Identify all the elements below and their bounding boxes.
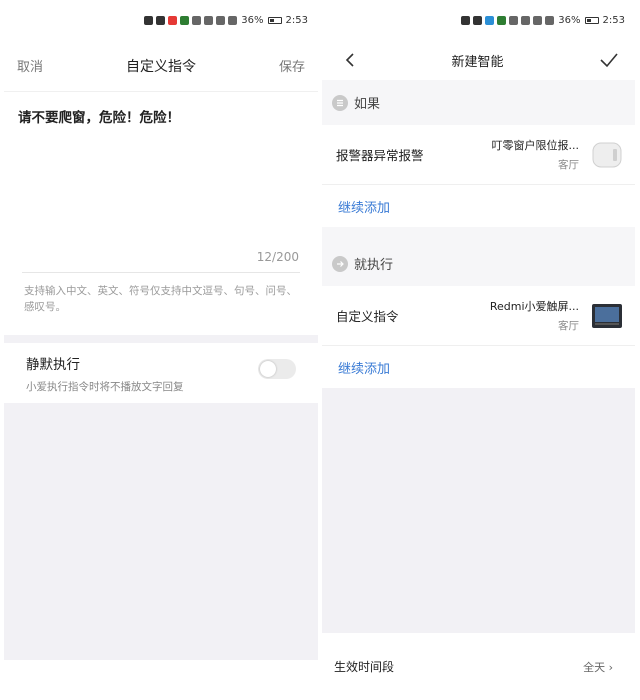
- arrow-right-icon: [332, 255, 348, 272]
- silent-execute-label: 静默执行: [26, 357, 80, 373]
- action-name: 自定义指令: [336, 309, 399, 324]
- confirm-check-icon[interactable]: [599, 52, 619, 68]
- add-action-row: 继续添加: [322, 346, 635, 388]
- nfc-icon: [509, 15, 519, 25]
- effective-time-text: 全天: [583, 660, 606, 674]
- add-action-button[interactable]: 继续添加: [338, 358, 390, 377]
- then-section-header: 就执行: [322, 241, 635, 286]
- empty-area: [322, 388, 635, 636]
- page-title: 新建智能: [451, 54, 504, 70]
- save-button[interactable]: 保存: [279, 56, 305, 75]
- battery-percent: 36%: [558, 14, 581, 26]
- trigger-meta: 叮零窗户限位报... 客厅: [492, 137, 580, 172]
- silent-execute-description: 小爱执行指令时将不播放文字回复: [26, 381, 184, 393]
- app-notification-icon: [180, 15, 190, 25]
- app-notification-icon: [497, 15, 507, 25]
- eye-icon: [521, 15, 531, 25]
- add-trigger-row: 继续添加: [322, 185, 635, 227]
- char-counter: 12/200: [256, 250, 299, 264]
- battery-icon: [267, 16, 282, 24]
- effective-time-label: 生效时间段: [334, 660, 395, 674]
- app-notification-icon: [168, 15, 178, 25]
- battery-icon: [584, 16, 599, 24]
- bluetooth-icon: [545, 15, 555, 25]
- list-icon: [332, 94, 348, 111]
- empty-area: [4, 403, 318, 660]
- then-section-label: 就执行: [354, 258, 394, 273]
- bluetooth-icon: [228, 15, 238, 25]
- signal-icon: [461, 15, 471, 25]
- section-gap: [4, 335, 318, 343]
- command-input[interactable]: 请不要爬窗，危险！危险！ 12/200: [4, 92, 318, 272]
- status-icons: [144, 15, 238, 25]
- trigger-name: 报警器异常报警: [336, 148, 424, 163]
- trigger-room: 客厅: [558, 159, 579, 171]
- alarm-icon: [216, 15, 226, 25]
- if-section-header: 如果: [322, 80, 635, 125]
- custom-command-screen: 36% 2:53 取消 自定义指令 保存 请不要爬窗，危险！危险！ 12/200…: [4, 0, 318, 700]
- status-bar: 36% 2:53: [4, 0, 318, 40]
- trigger-row[interactable]: 报警器异常报警 叮零窗户限位报... 客厅: [322, 125, 635, 185]
- chevron-right-icon: ›: [608, 660, 613, 674]
- add-trigger-button[interactable]: 继续添加: [338, 197, 390, 216]
- clock: 2:53: [285, 14, 308, 26]
- status-bar: 36% 2:53: [322, 0, 635, 40]
- header: 取消 自定义指令 保存: [4, 40, 318, 92]
- command-text: 请不要爬窗，危险！危险！: [18, 110, 180, 126]
- action-device: Redmi小爱触屏...: [489, 300, 579, 313]
- page-title: 自定义指令: [126, 58, 196, 75]
- status-icons: [461, 15, 555, 25]
- cancel-button[interactable]: 取消: [17, 56, 43, 75]
- input-hint: 支持输入中文、英文、符号仅支持中文逗号、句号、问号、感叹号。: [24, 285, 297, 313]
- new-smart-screen: 36% 2:53 新建智能 如果 报警器异常报警 叮零窗户限位报... 客厅 继…: [322, 0, 635, 700]
- eye-icon: [204, 15, 214, 25]
- smart-display-device-icon: [591, 300, 623, 332]
- signal-icon: [144, 15, 154, 25]
- silent-execute-toggle[interactable]: [258, 359, 296, 379]
- header: 新建智能: [322, 40, 635, 80]
- clock: 2:53: [602, 14, 625, 26]
- window-sensor-device-icon: [591, 139, 623, 171]
- section-gap: [322, 227, 635, 241]
- back-chevron-icon[interactable]: [344, 52, 356, 68]
- wifi-icon: [473, 15, 483, 25]
- nfc-icon: [192, 15, 202, 25]
- trigger-device: 叮零窗户限位报...: [491, 139, 580, 152]
- effective-time-row[interactable]: 生效时间段 全天 ›: [322, 633, 635, 700]
- action-room: 客厅: [558, 320, 579, 332]
- alarm-icon: [533, 15, 543, 25]
- if-section-label: 如果: [354, 97, 381, 112]
- silent-execute-row: 静默执行 小爱执行指令时将不播放文字回复: [4, 343, 318, 395]
- effective-time-value: 全天 ›: [583, 659, 613, 675]
- app-notification-icon: [485, 15, 495, 25]
- battery-percent: 36%: [241, 14, 264, 26]
- wifi-icon: [156, 15, 166, 25]
- action-row[interactable]: 自定义指令 Redmi小爱触屏... 客厅: [322, 286, 635, 346]
- action-meta: Redmi小爱触屏... 客厅: [490, 298, 579, 333]
